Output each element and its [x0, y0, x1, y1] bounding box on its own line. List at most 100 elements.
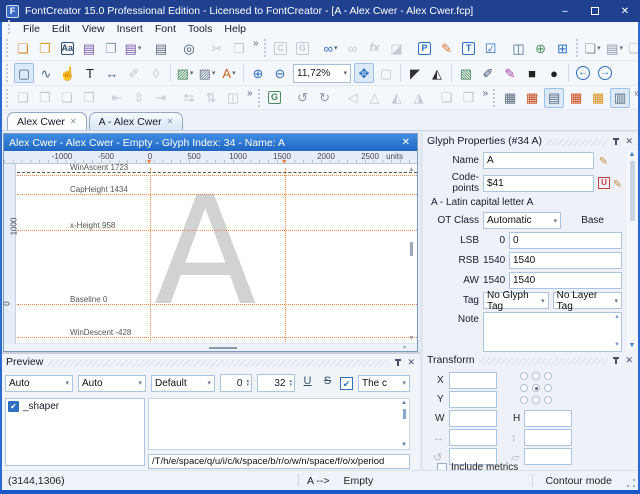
knife-tool-button[interactable]: ✐: [478, 63, 498, 83]
copy-code-c-button[interactable]: C: [271, 38, 291, 58]
zoom-out-button[interactable]: ⊖: [270, 63, 290, 83]
toggle-rows-button[interactable]: ▤: [544, 88, 564, 108]
canvas-vscroll-thumb[interactable]: [410, 242, 413, 256]
center-horizontally-button[interactable]: ⇆: [179, 88, 199, 108]
vertical-metric-guide[interactable]: [285, 168, 286, 344]
fill-mode-button[interactable]: ◤: [405, 63, 425, 83]
lasso-tool-button[interactable]: ∿: [36, 63, 56, 83]
side-bearings-button[interactable]: ◫: [223, 88, 243, 108]
tracking-stepper[interactable]: 0 ▴▾: [220, 374, 252, 392]
name-wizard-icon[interactable]: ✐: [596, 156, 609, 165]
panel-close-icon[interactable]: ✕: [624, 355, 634, 366]
anchor-radio-0[interactable]: [520, 372, 528, 380]
open-font-button[interactable]: ❐: [35, 38, 55, 58]
send-backward-button[interactable]: ❐: [79, 88, 99, 108]
scroll-up-icon[interactable]: ▲: [401, 400, 407, 406]
align-center-button[interactable]: ⇳: [129, 88, 149, 108]
spin-down-icon[interactable]: ▾: [289, 383, 292, 387]
eraser-button[interactable]: ◪: [387, 38, 407, 58]
tab-close-icon[interactable]: ✕: [70, 117, 77, 126]
canvas-horizontal-scrollbar[interactable]: ▸: [4, 343, 417, 351]
sample-text-select[interactable]: The c ▾: [358, 375, 410, 392]
quick-new-button[interactable]: ❏▾: [583, 38, 603, 58]
show-background-button[interactable]: ▧: [456, 63, 476, 83]
text-tool-button[interactable]: T: [80, 63, 100, 83]
checked-checkbox-icon[interactable]: ✔: [8, 401, 19, 412]
insert-ellipse-button[interactable]: ●: [544, 63, 564, 83]
tab-close-icon[interactable]: ✕: [167, 117, 174, 126]
toolbar-overflow-chevron[interactable]: »: [483, 86, 489, 99]
list-item[interactable]: ✔ _shaper: [8, 401, 142, 412]
glyph-canvas[interactable]: 1000 0 A ▲ ▼ WinAscent 1723CapHeight 143…: [4, 164, 417, 344]
scale-height-input[interactable]: [524, 429, 572, 446]
toggle-columns-button[interactable]: ▥: [610, 88, 630, 108]
align-right-button[interactable]: ⇥: [151, 88, 171, 108]
guide-winascent-1723[interactable]: WinAscent 1723: [17, 172, 417, 173]
rotate-cw-button[interactable]: ◮: [409, 88, 429, 108]
bring-to-front-button[interactable]: ❏: [13, 88, 33, 108]
panel-close-icon[interactable]: ✕: [406, 357, 416, 368]
canvas-hscroll-thumb[interactable]: [209, 347, 237, 349]
note-scroll-up-icon[interactable]: ▲: [614, 314, 620, 320]
include-metrics-checkbox[interactable]: Include metrics: [437, 462, 518, 470]
font-validation-button[interactable]: ☑: [481, 38, 501, 58]
glyph-transformer-button[interactable]: T: [459, 38, 479, 58]
undo-view-button[interactable]: ←: [573, 63, 593, 83]
sample-select[interactable]: Default ▾: [151, 375, 215, 392]
close-button[interactable]: ✕: [610, 0, 640, 22]
panel-close-icon[interactable]: ✕: [624, 136, 634, 147]
preview-scrollbar[interactable]: ▲ ▼: [400, 400, 408, 448]
scroll-down-icon[interactable]: ▼: [401, 442, 407, 448]
guide-windescent-428[interactable]: WinDescent -428: [17, 337, 417, 338]
align-left-button[interactable]: ⇤: [107, 88, 127, 108]
glyph-window-header[interactable]: Alex Cwer - Alex Cwer - Empty - Glyph In…: [4, 134, 417, 151]
anchor-radio-6[interactable]: [520, 396, 528, 404]
guide-x-height-958[interactable]: x-Height 958: [17, 230, 417, 231]
script-select[interactable]: Auto ▾: [78, 375, 146, 392]
unlink-composite-button[interactable]: ∞: [343, 38, 363, 58]
copy-code-g-button[interactable]: G: [293, 38, 313, 58]
anchor-radio-4[interactable]: [532, 384, 540, 392]
toolbar-overflow-chevron[interactable]: »: [253, 36, 259, 49]
tab-a-alex-cwer[interactable]: A - Alex Cwer✕: [89, 112, 184, 130]
center-vertically-button[interactable]: ⇅: [201, 88, 221, 108]
anchor-radio-8[interactable]: [544, 396, 552, 404]
open-installed-font-button[interactable]: Aa: [57, 38, 77, 58]
send-to-back-button[interactable]: ❐: [35, 88, 55, 108]
print-button[interactable]: ▤: [151, 38, 171, 58]
menu-help[interactable]: Help: [218, 23, 252, 35]
background-image-button[interactable]: ▨▾: [175, 63, 195, 83]
export-font-button[interactable]: ❏▾: [627, 38, 638, 58]
pan-tool-button[interactable]: ☝: [58, 63, 78, 83]
paste-components-button[interactable]: G: [265, 88, 285, 108]
menu-file[interactable]: File: [17, 23, 46, 35]
glyph-window-close-icon[interactable]: ✕: [400, 137, 412, 148]
font-size-stepper[interactable]: 32 ▴▾: [257, 374, 295, 392]
menu-tools[interactable]: Tools: [182, 23, 219, 35]
h-input[interactable]: [524, 410, 572, 427]
scroll-up-icon[interactable]: ▲: [629, 151, 636, 158]
menu-font[interactable]: Font: [149, 23, 182, 35]
preview-toggle-checkbox[interactable]: ✔: [340, 377, 353, 390]
aw-input[interactable]: [509, 272, 622, 289]
spin-down-icon[interactable]: ▾: [246, 383, 249, 387]
note-textarea[interactable]: [483, 312, 622, 352]
formula-button[interactable]: fx: [365, 38, 385, 58]
lock-grid-button[interactable]: ▦: [588, 88, 608, 108]
test-font-button[interactable]: ⊞: [553, 38, 573, 58]
insert-rectangle-button[interactable]: ■: [522, 63, 542, 83]
flip-horizontal-button[interactable]: ◁: [343, 88, 363, 108]
insert-row-above-button[interactable]: ▦: [522, 88, 542, 108]
redo-view-button[interactable]: →: [595, 63, 615, 83]
save-button[interactable]: ▤: [79, 38, 99, 58]
guide-baseline-0[interactable]: Baseline 0: [17, 304, 417, 305]
shaper-list[interactable]: ✔ _shaper: [5, 398, 145, 466]
page-dimensions-button[interactable]: ▤▾: [605, 38, 625, 58]
zoom-level-combo[interactable]: 11,72%▾: [293, 64, 351, 83]
zoom-fit-button[interactable]: ✥: [354, 63, 374, 83]
rsb-input[interactable]: [509, 252, 622, 269]
link-composite-button[interactable]: ∞▾: [321, 38, 341, 58]
overlay-glyphs-button[interactable]: A▾: [219, 63, 239, 83]
codepoints-wizard-icon[interactable]: ✐: [610, 178, 623, 187]
draw-contour-button[interactable]: ✐: [124, 63, 144, 83]
